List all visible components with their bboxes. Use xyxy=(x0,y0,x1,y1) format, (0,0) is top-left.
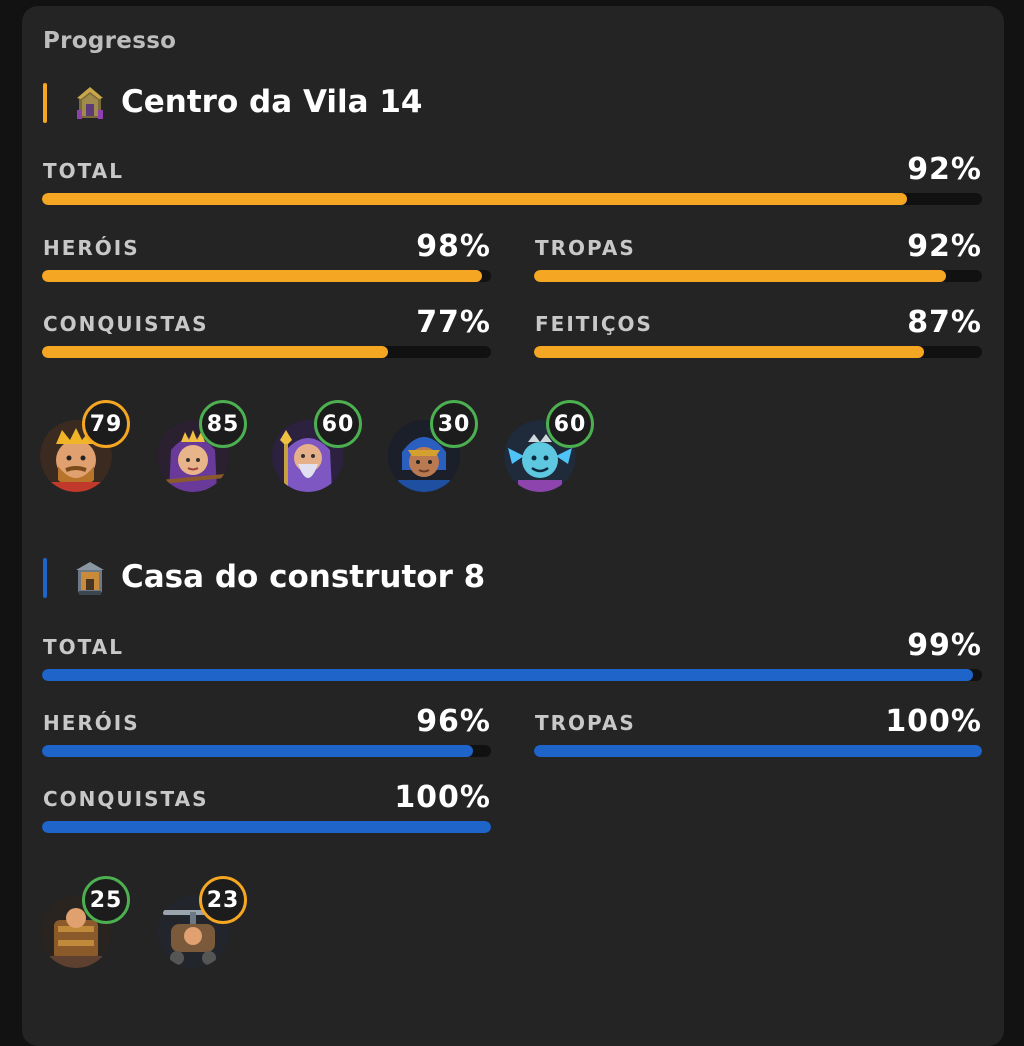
hero-battle-copter[interactable]: 23 xyxy=(157,876,257,972)
stat-label: TOTAL xyxy=(43,635,124,659)
home-village-header[interactable]: Centro da Vila 14 xyxy=(43,83,943,123)
builder-achievements-stat: CONQUISTAS 100% xyxy=(42,780,491,833)
builder-troops-stat: TROPAS 100% xyxy=(534,704,982,757)
hero-level-badge: 60 xyxy=(546,400,594,448)
card-title: Progresso xyxy=(43,28,177,54)
hero-level: 25 xyxy=(89,887,123,913)
hero-minion-prince[interactable]: 60 xyxy=(504,400,604,496)
hero-barbarian-king[interactable]: 79 xyxy=(40,400,140,496)
progress-fill xyxy=(42,669,973,681)
stat-value: 92% xyxy=(907,152,982,187)
stat-label: HERÓIS xyxy=(43,711,140,735)
stat-label: CONQUISTAS xyxy=(43,312,209,336)
stat-label: CONQUISTAS xyxy=(43,787,209,811)
stat-value: 100% xyxy=(394,780,491,815)
progress-fill xyxy=(534,745,982,757)
progress-fill xyxy=(42,346,388,358)
stat-label: HERÓIS xyxy=(43,236,140,260)
stat-value: 99% xyxy=(907,628,982,663)
progress-track xyxy=(42,193,982,205)
progress-track xyxy=(42,270,491,282)
progress-fill xyxy=(42,745,474,757)
stat-label: FEITIÇOS xyxy=(535,312,653,336)
progress-track xyxy=(534,745,982,757)
hero-archer-queen[interactable]: 85 xyxy=(157,400,257,496)
hero-level: 85 xyxy=(206,411,240,437)
stat-label: TROPAS xyxy=(535,711,636,735)
hero-level: 79 xyxy=(89,411,123,437)
section-accent-bar xyxy=(43,558,47,598)
progress-track xyxy=(42,346,491,358)
progress-track xyxy=(42,821,491,833)
builder-hall-icon xyxy=(73,559,107,597)
hero-royal-champion[interactable]: 30 xyxy=(388,400,488,496)
hero-grand-warden[interactable]: 60 xyxy=(272,400,372,496)
hero-battle-machine[interactable]: 25 xyxy=(40,876,140,972)
stat-value: 77% xyxy=(416,305,491,340)
stat-value: 96% xyxy=(416,704,491,739)
home-total-stat: TOTAL 92% xyxy=(42,150,982,205)
hero-level-badge: 23 xyxy=(199,876,247,924)
stat-label: TOTAL xyxy=(43,159,124,183)
hero-level: 23 xyxy=(206,887,240,913)
home-village-title: Centro da Vila 14 xyxy=(121,84,423,120)
builder-heroes-stat: HERÓIS 96% xyxy=(42,704,491,757)
home-troops-stat: TROPAS 92% xyxy=(534,229,982,282)
hero-level: 60 xyxy=(321,411,355,437)
hero-level: 30 xyxy=(437,411,471,437)
progress-track xyxy=(42,745,491,757)
stat-value: 92% xyxy=(907,229,982,264)
progress-track xyxy=(42,669,982,681)
builder-total-stat: TOTAL 99% xyxy=(42,626,982,681)
progress-fill xyxy=(42,821,491,833)
progress-track xyxy=(534,270,982,282)
hero-level-badge: 30 xyxy=(430,400,478,448)
home-heroes-stat: HERÓIS 98% xyxy=(42,229,491,282)
builder-base-title: Casa do construtor 8 xyxy=(121,559,486,595)
progress-fill xyxy=(534,346,924,358)
progress-fill xyxy=(42,270,483,282)
hero-level-badge: 79 xyxy=(82,400,130,448)
stat-value: 100% xyxy=(885,704,982,739)
town-hall-icon xyxy=(73,84,107,122)
stat-value: 98% xyxy=(416,229,491,264)
progress-fill xyxy=(534,270,947,282)
builder-base-header[interactable]: Casa do construtor 8 xyxy=(43,558,943,598)
home-spells-stat: FEITIÇOS 87% xyxy=(534,305,982,358)
stat-value: 87% xyxy=(907,305,982,340)
home-achievements-stat: CONQUISTAS 77% xyxy=(42,305,491,358)
hero-level-badge: 60 xyxy=(314,400,362,448)
hero-level-badge: 25 xyxy=(82,876,130,924)
progress-track xyxy=(534,346,982,358)
section-accent-bar xyxy=(43,83,47,123)
hero-level-badge: 85 xyxy=(199,400,247,448)
progress-fill xyxy=(42,193,907,205)
hero-level: 60 xyxy=(553,411,587,437)
stat-label: TROPAS xyxy=(535,236,636,260)
